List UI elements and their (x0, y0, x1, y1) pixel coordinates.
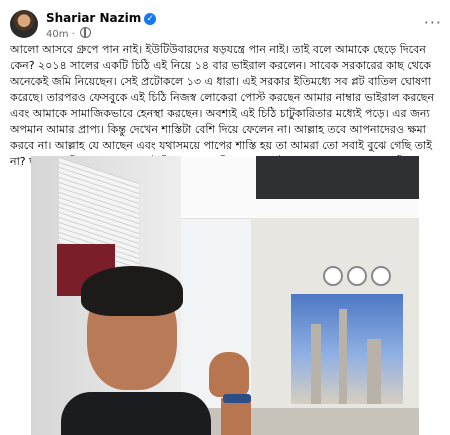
photo-landmarks-poster (291, 294, 403, 404)
photo-person-shirt (61, 392, 211, 435)
photo-wall-decor (323, 266, 343, 286)
globe-icon (80, 27, 92, 38)
post-header: Shariar Nazim ✓ 40m · ··· (10, 8, 442, 40)
photo-person-hand (209, 352, 249, 397)
photo-watch (223, 394, 251, 403)
more-options-button[interactable]: ··· (424, 13, 442, 32)
author-avatar[interactable] (10, 10, 38, 38)
poster-tower (367, 339, 381, 404)
photo-person (61, 266, 211, 435)
facebook-post: Shariar Nazim ✓ 40m · ··· আলো আসবে গ্রুপে… (0, 0, 450, 435)
photo-floor (181, 408, 419, 435)
verified-badge-icon: ✓ (144, 13, 157, 25)
author-name-row: Shariar Nazim ✓ (46, 11, 157, 25)
author-name[interactable]: Shariar Nazim (46, 11, 141, 25)
post-photo[interactable] (31, 156, 419, 435)
poster-tower (311, 324, 321, 404)
post-time[interactable]: 40m (46, 29, 68, 40)
post-meta: 40m · (46, 27, 92, 40)
photo-person-hair (81, 266, 183, 316)
photo-wall-decor (371, 266, 391, 286)
meta-separator: · (71, 29, 75, 40)
post-text: আলো আসবে গ্রুপে পান নাই। ইউটিউবারদের ষড়… (10, 43, 435, 168)
photo-ceiling-beam (256, 156, 419, 199)
photo-wall-decor (347, 266, 367, 286)
photo-person-arm (221, 398, 251, 435)
poster-tower (339, 309, 347, 404)
